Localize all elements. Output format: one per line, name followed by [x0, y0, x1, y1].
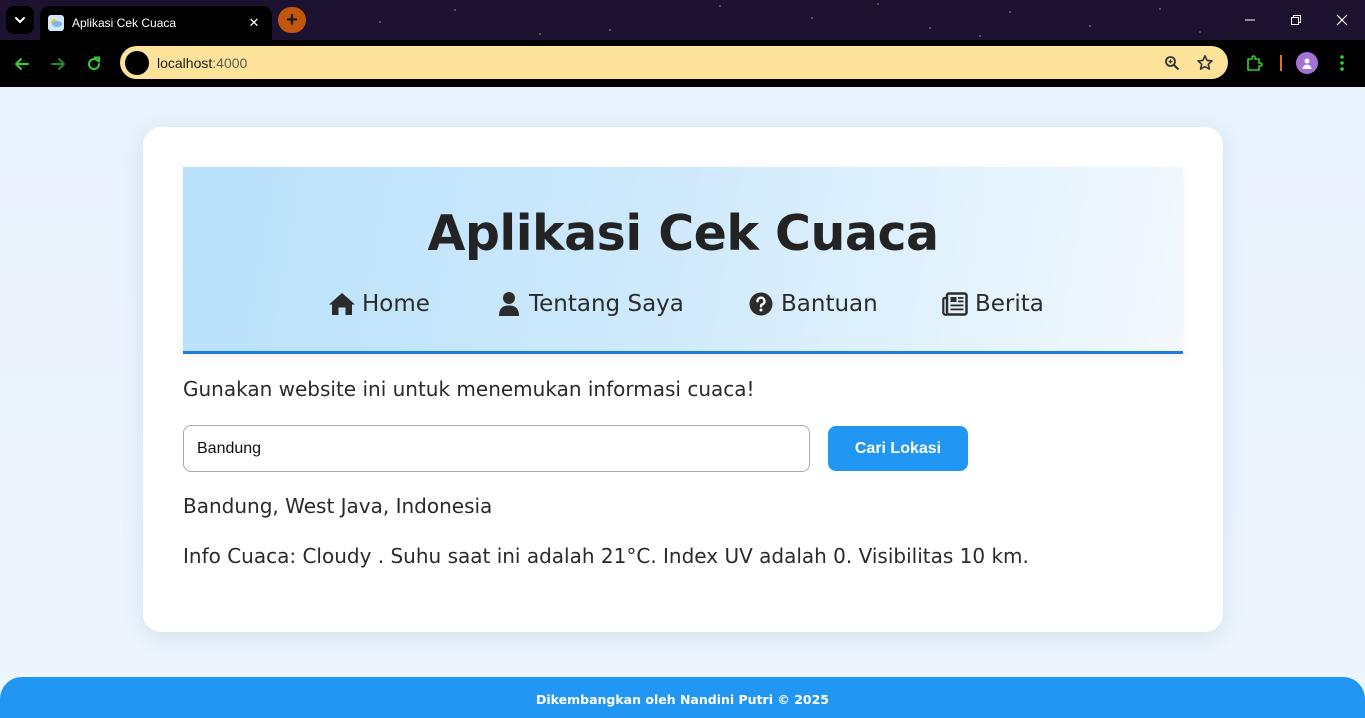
nav-label-berita: Berita — [975, 291, 1044, 317]
url-port: :4000 — [212, 54, 248, 71]
url-host: localhost — [157, 54, 213, 71]
weather-favicon-icon — [48, 15, 64, 31]
close-window-button[interactable] — [1319, 0, 1365, 40]
location-result: Bandung, West Java, Indonesia — [183, 494, 493, 518]
page-footer: Dikembangkan oleh Nandini Putri © 2025 — [0, 677, 1365, 718]
home-icon — [328, 290, 356, 318]
tab-list-button[interactable] — [6, 6, 34, 34]
nav-link-home[interactable]: Home — [328, 287, 430, 321]
forward-button[interactable] — [48, 54, 68, 74]
zoom-button[interactable] — [1161, 52, 1183, 74]
address-bar[interactable]: localhost:4000 — [120, 46, 1228, 79]
toolbar-right — [1242, 50, 1354, 76]
header-banner: Aplikasi Cek Cuaca Home Tentang Saya Ban… — [183, 167, 1183, 354]
new-tab-button[interactable]: + — [278, 7, 306, 33]
browser-tab-bar: Aplikasi Cek Cuaca ✕ + — [0, 0, 1365, 40]
close-tab-icon[interactable]: ✕ — [246, 16, 262, 31]
search-location-button[interactable]: Cari Lokasi — [828, 426, 968, 471]
plus-icon: + — [286, 9, 298, 31]
user-icon — [495, 290, 523, 318]
minimize-button[interactable] — [1227, 0, 1273, 40]
star-icon — [1197, 54, 1213, 70]
profile-icon[interactable] — [1296, 52, 1318, 74]
zoom-icon — [1165, 55, 1180, 70]
nav-link-tentang-saya[interactable]: Tentang Saya — [495, 287, 684, 321]
reload-button[interactable] — [84, 54, 104, 74]
newspaper-icon — [941, 290, 969, 318]
reload-icon — [88, 56, 101, 71]
question-circle-icon — [747, 290, 775, 318]
nav-link-bantuan[interactable]: Bantuan — [747, 287, 878, 321]
browser-tab-active[interactable]: Aplikasi Cek Cuaca ✕ — [40, 6, 272, 40]
back-icon — [15, 58, 29, 70]
weather-info: Info Cuaca: Cloudy . Suhu saat ini adala… — [183, 544, 1029, 568]
close-window-icon — [1336, 14, 1348, 26]
nav-link-berita[interactable]: Berita — [941, 287, 1044, 321]
main-card: Aplikasi Cek Cuaca Home Tentang Saya Ban… — [143, 127, 1223, 632]
page-title: Aplikasi Cek Cuaca — [427, 205, 939, 262]
toolbar-divider — [1280, 55, 1282, 71]
person-icon — [1302, 58, 1312, 69]
minimize-icon — [1245, 19, 1255, 21]
bookmark-button[interactable] — [1194, 52, 1216, 74]
location-search-input[interactable] — [183, 425, 810, 472]
tab-title: Aplikasi Cek Cuaca — [72, 16, 177, 30]
main-nav: Home Tentang Saya Bantuan Berita — [183, 287, 1183, 321]
extension-icon — [1247, 55, 1263, 71]
restore-icon — [1291, 15, 1301, 25]
nav-label-home: Home — [362, 291, 430, 317]
url-text[interactable]: localhost:4000 — [157, 55, 1150, 71]
nav-label-tentang-saya: Tentang Saya — [529, 291, 684, 317]
browser-toolbar: localhost:4000 — [0, 40, 1365, 87]
extensions-button[interactable] — [1242, 51, 1266, 75]
browser-menu-button[interactable] — [1330, 51, 1354, 75]
site-info-icon[interactable] — [125, 50, 149, 75]
chevron-down-icon — [15, 17, 25, 24]
nav-label-bantuan: Bantuan — [781, 291, 878, 317]
window-controls — [1227, 0, 1365, 40]
page-viewport: Aplikasi Cek Cuaca Home Tentang Saya Ban… — [0, 87, 1365, 718]
menu-icon — [1340, 55, 1344, 71]
back-button[interactable] — [12, 54, 32, 74]
forward-icon — [51, 58, 65, 70]
restore-button[interactable] — [1273, 0, 1319, 40]
intro-text: Gunakan website ini untuk menemukan info… — [183, 377, 755, 401]
footer-text: Dikembangkan oleh Nandini Putri © 2025 — [535, 692, 829, 707]
